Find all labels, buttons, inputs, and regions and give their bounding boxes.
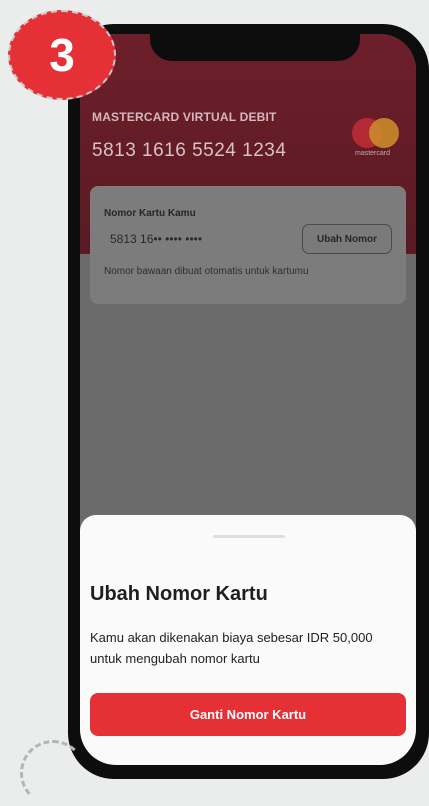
card-number-note: Nomor bawaan dibuat otomatis untuk kartu… <box>104 266 309 277</box>
card-number: 5813 1616 5524 1234 <box>92 140 287 161</box>
sheet-title: Ubah Nomor Kartu <box>90 583 268 605</box>
mastercard-yellow-circle <box>369 118 399 148</box>
decorative-dashed-arc <box>20 740 86 806</box>
card-number-panel: Nomor Kartu Kamu 5813 16•• •••• •••• Uba… <box>90 186 406 304</box>
phone-screen: MASTERCARD VIRTUAL DEBIT 5813 1616 5524 … <box>80 34 416 765</box>
replace-card-number-button[interactable]: Ganti Nomor Kartu <box>90 693 406 736</box>
card-number-label: Nomor Kartu Kamu <box>104 208 196 219</box>
step-number-badge: 3 <box>8 10 116 100</box>
mastercard-logo: mastercard <box>352 118 402 158</box>
mastercard-wordmark: mastercard <box>355 150 391 157</box>
sheet-description: Kamu akan dikenakan biaya sebesar IDR 50… <box>90 630 373 666</box>
masked-card-number: 5813 16•• •••• •••• <box>110 232 203 246</box>
phone-notch <box>150 24 360 61</box>
bottom-sheet: Ubah Nomor Kartu Kamu akan dikenakan bia… <box>80 515 416 765</box>
card-title: MASTERCARD VIRTUAL DEBIT <box>92 110 277 124</box>
sheet-drag-handle[interactable] <box>213 535 285 538</box>
change-number-button[interactable]: Ubah Nomor <box>302 224 392 254</box>
